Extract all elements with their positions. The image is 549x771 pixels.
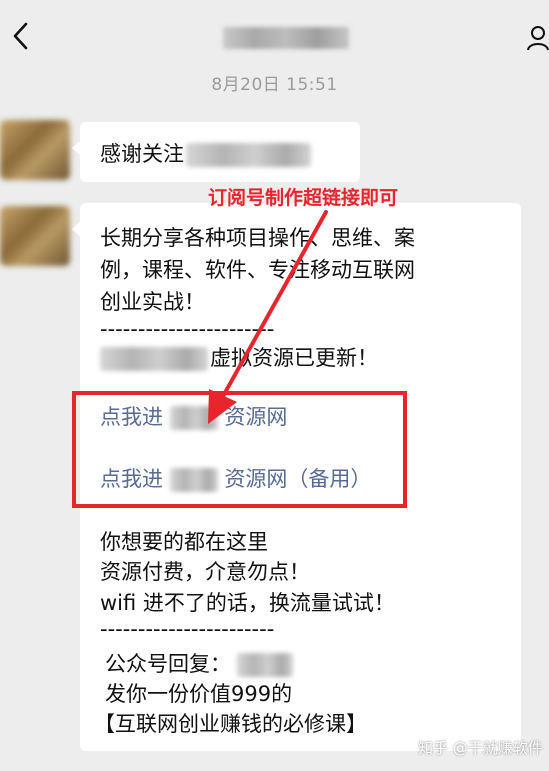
body-text-line: 资源付费，介意勿点！ [100, 560, 310, 584]
back-arrow-icon[interactable] [6, 16, 36, 56]
course-line: 【互联网创业赚钱的必修课】 [94, 712, 367, 736]
updated-text: 虚拟资源已更新！ [210, 346, 378, 370]
divider-line: ----------------------- [100, 617, 275, 641]
chat-header [0, 0, 549, 68]
sender-avatar[interactable] [0, 206, 70, 266]
welcome-text: 感谢关注 [100, 142, 184, 166]
blurred-keyword [237, 653, 293, 677]
body-text-line: wifi 进不了的话，换流量试试！ [100, 591, 395, 615]
message-timestamp: 8月20日 15:51 [211, 75, 338, 95]
reply-keyword-line: 公众号回复： [105, 650, 293, 678]
message-bubble-welcome[interactable]: 感谢关注 [72, 122, 360, 182]
watermark-text: 知乎 @干就赚软件 [418, 739, 543, 757]
blurred-account-name [186, 143, 311, 167]
reply-prefix: 公众号回复： [105, 652, 231, 676]
blurred-text [100, 347, 208, 371]
intro-text-line: 创业实战！ [100, 290, 205, 314]
divider-line: ----------------------- [100, 317, 275, 341]
intro-text-line: 例，课程、软件、专注移动互联网 [100, 258, 415, 282]
person-icon[interactable] [526, 22, 549, 54]
sender-avatar[interactable] [0, 120, 70, 180]
resource-updated-line: 虚拟资源已更新！ [100, 344, 378, 372]
gift-line: 发你一份价值999的 [105, 682, 293, 706]
chat-title-blurred [223, 27, 349, 49]
highlight-box [72, 391, 407, 508]
intro-text-line: 长期分享各种项目操作、思维、案 [100, 226, 415, 250]
body-text-line: 你想要的都在这里 [100, 530, 268, 554]
annotation-label: 订阅号制作超链接即可 [208, 187, 399, 209]
